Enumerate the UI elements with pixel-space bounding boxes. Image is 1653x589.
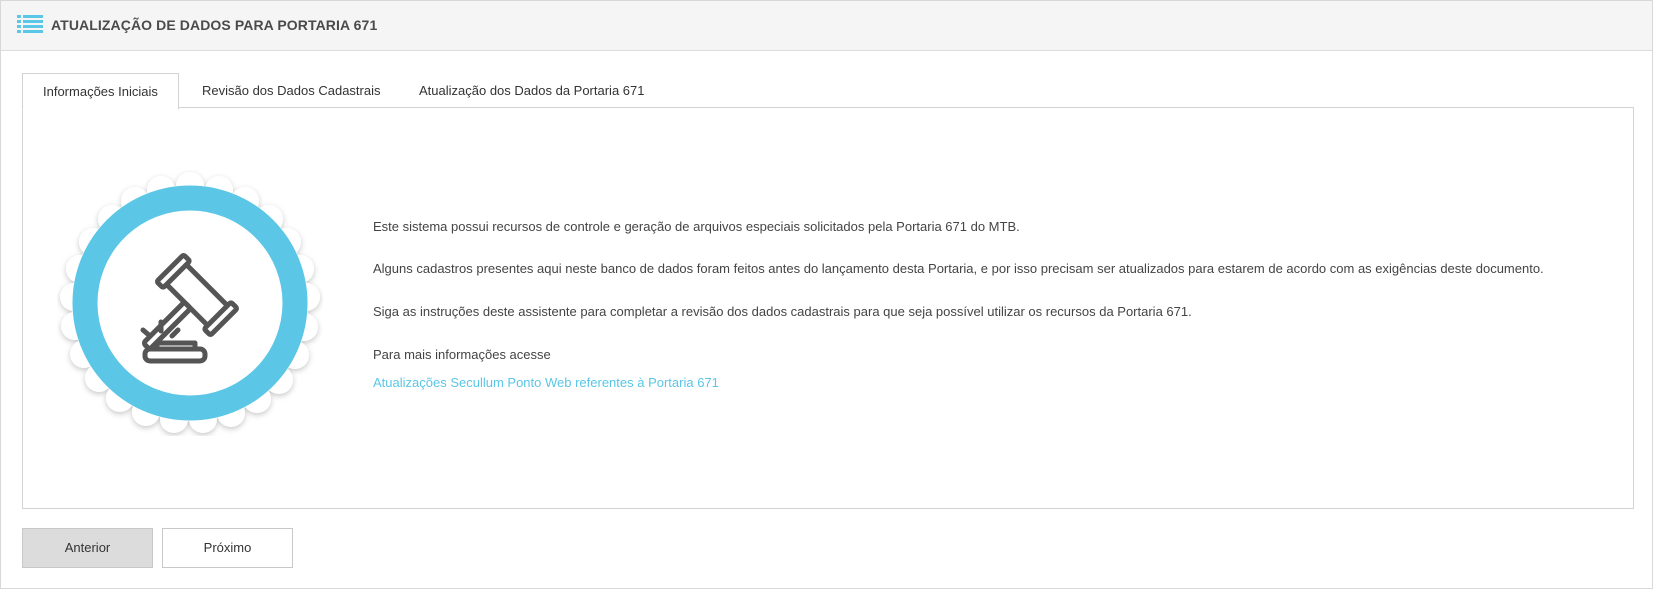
list-icon — [17, 15, 43, 33]
page-header: ATUALIZAÇÃO DE DADOS PARA PORTARIA 671 — [1, 1, 1652, 51]
tab-panel: Este sistema possui recursos de controle… — [22, 107, 1634, 509]
intro-paragraph-3: Siga as instruções deste assistente para… — [373, 304, 1192, 319]
wizard-window: ATUALIZAÇÃO DE DADOS PARA PORTARIA 671 I… — [0, 0, 1653, 589]
gavel-icon — [60, 172, 320, 433]
page-title: ATUALIZAÇÃO DE DADOS PARA PORTARIA 671 — [51, 17, 378, 33]
intro-paragraph-2: Alguns cadastros presentes aqui neste ba… — [373, 261, 1544, 276]
intro-paragraph-1: Este sistema possui recursos de controle… — [373, 219, 1020, 234]
tab-atualizacao-dados-portaria[interactable]: Atualização dos Dados da Portaria 671 — [419, 73, 644, 108]
previous-button[interactable]: Anterior — [22, 528, 153, 568]
more-info-label: Para mais informações acesse — [373, 347, 551, 362]
next-button[interactable]: Próximo — [162, 528, 293, 568]
portaria-updates-link[interactable]: Atualizações Secullum Ponto Web referent… — [373, 375, 719, 390]
tab-revisao-dados-cadastrais[interactable]: Revisão dos Dados Cadastrais — [202, 73, 380, 108]
tab-informacoes-iniciais[interactable]: Informações Iniciais — [22, 73, 179, 110]
